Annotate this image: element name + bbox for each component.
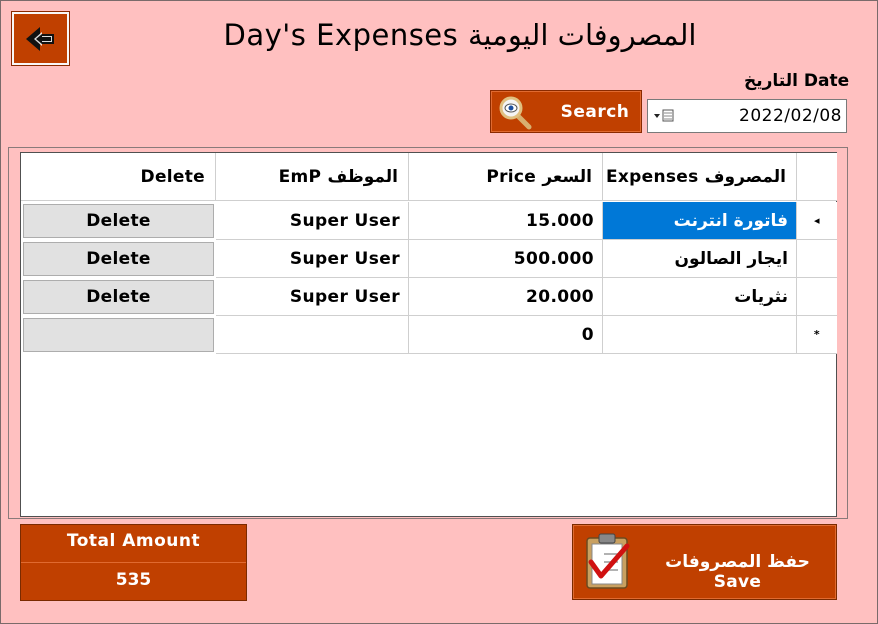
row-header[interactable] — [797, 278, 837, 316]
column-header-emp[interactable]: EmP الموظف — [216, 153, 409, 201]
cell-emp[interactable] — [216, 316, 409, 354]
date-picker[interactable]: 2022/02/08 — [647, 99, 847, 133]
current-row-indicator[interactable]: ◂ — [797, 202, 837, 240]
save-button-label: حفظ المصروفات Save — [665, 552, 810, 592]
column-header-expenses[interactable]: Expenses المصروف — [603, 153, 797, 201]
row-header[interactable] — [797, 240, 837, 278]
delete-row-button[interactable]: Delete — [23, 204, 214, 238]
magnifier-icon — [499, 96, 532, 130]
cell-expense[interactable]: نثريات — [603, 278, 797, 316]
back-button[interactable] — [11, 11, 70, 66]
cell-price[interactable]: 500.000 — [409, 240, 603, 278]
cell-emp[interactable]: Super User — [216, 240, 409, 278]
calendar-dropdown-icon[interactable] — [653, 109, 675, 123]
search-button[interactable]: Search — [490, 90, 642, 133]
total-amount-label: Total Amount — [21, 525, 246, 563]
cell-emp[interactable]: Super User — [216, 202, 409, 240]
cell-price[interactable]: 15.000 — [409, 202, 603, 240]
page-title: Day's Expenses المصروفات اليومية — [223, 18, 697, 52]
clipboard-check-icon — [586, 533, 630, 589]
expenses-grid[interactable]: Delete EmP الموظف Price السعر Expenses ا… — [20, 152, 837, 517]
save-expenses-button[interactable]: حفظ المصروفات Save — [572, 524, 837, 600]
cell-expense[interactable] — [603, 316, 797, 354]
row-header-corner — [797, 153, 837, 201]
column-header-price[interactable]: Price السعر — [409, 153, 603, 201]
date-value[interactable]: 2022/02/08 — [739, 106, 842, 126]
total-amount-panel: Total Amount 535 — [20, 524, 247, 601]
delete-row-button[interactable]: Delete — [23, 242, 214, 276]
cell-emp[interactable]: Super User — [216, 278, 409, 316]
cell-expense[interactable]: فاتورة انترنت — [603, 202, 797, 240]
total-amount-value: 535 — [115, 570, 152, 590]
cell-price[interactable]: 0 — [409, 316, 603, 354]
cell-price[interactable]: 20.000 — [409, 278, 603, 316]
column-header-delete[interactable]: Delete — [21, 153, 216, 201]
delete-row-button[interactable]: Delete — [23, 280, 214, 314]
search-button-label: Search — [560, 102, 630, 122]
new-row-delete-button[interactable] — [23, 318, 214, 352]
cell-expense[interactable]: ايجار الصالون — [603, 240, 797, 278]
back-arrow-icon — [25, 26, 54, 51]
new-row-indicator[interactable]: * — [797, 316, 837, 354]
date-label: التاريخ Date — [744, 71, 850, 91]
